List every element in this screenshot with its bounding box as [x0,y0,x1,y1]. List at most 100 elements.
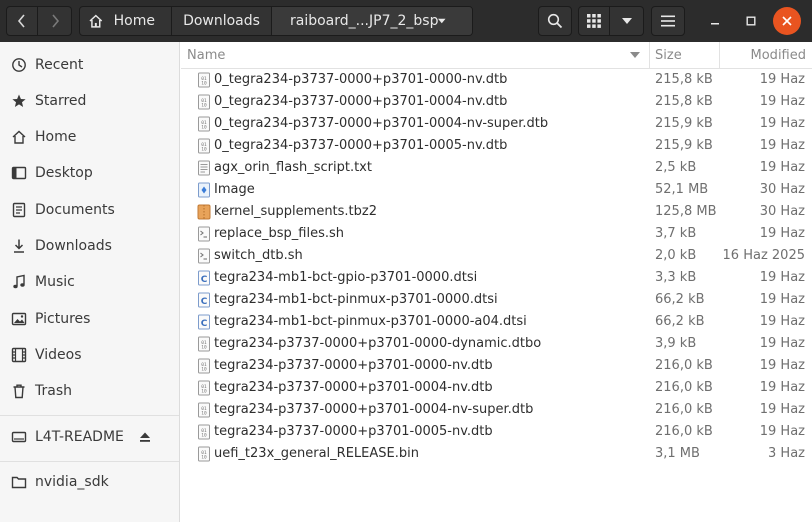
svg-text:10: 10 [201,81,207,87]
sidebar-item-home[interactable]: Home [0,120,179,154]
file-row[interactable]: Image 52,1 MB 30 Haz [181,179,812,201]
binary-file-icon: 0110 [198,116,210,132]
video-icon [11,347,27,363]
grid-view-button[interactable] [578,6,610,36]
file-modified: 16 Haz 2025 [722,248,805,263]
file-row[interactable]: agx_orin_flash_script.txt 2,5 kB 19 Haz [181,157,812,179]
sidebar-item-label: Downloads [35,238,112,254]
forward-button[interactable] [38,6,72,36]
archive-file-icon [197,204,211,220]
home-icon [89,14,103,28]
column-header-size[interactable]: Size [655,48,682,63]
sidebar-item-label: nvidia_sdk [35,474,109,490]
eject-icon[interactable] [137,429,153,445]
image-file-icon [198,182,210,198]
path-crumb-downloads[interactable]: Downloads [172,7,272,35]
sidebar-item-desktop[interactable]: Desktop [0,156,179,190]
file-row[interactable]: 01 10 tegra234-p3737-0000+p3701-0004-nv.dt… [181,377,812,399]
minimize-button[interactable] [701,7,729,35]
file-row[interactable]: 01 10 0_tegra234-p3737-0000+p3701-0005-nv.… [181,135,812,157]
sort-arrow-icon [630,52,640,58]
file-row[interactable]: 01 10 0_tegra234-p3737-0000+p3701-0000-nv.… [181,69,812,91]
file-row[interactable]: 01 10 tegra234-p3737-0000+p3701-0005-nv.dt… [181,421,812,443]
sidebar-item-videos[interactable]: Videos [0,338,179,372]
file-name: switch_dtb.sh [214,248,303,263]
file-row[interactable]: 01 10 0_tegra234-p3737-0000+p3701-0004-nv-… [181,113,812,135]
file-modified: 19 Haz [759,336,805,351]
file-name: agx_orin_flash_script.txt [214,160,372,175]
file-row[interactable]: 01 10 tegra234-p3737-0000+p3701-0000-dynam… [181,333,812,355]
path-crumb-home[interactable]: Home [80,7,172,35]
file-size: 216,0 kB [655,424,713,439]
search-button[interactable] [538,6,572,36]
close-icon [782,16,792,26]
picture-icon [11,312,27,326]
maximize-icon [746,16,756,26]
sidebar-item-starred[interactable]: Starred [0,84,179,118]
file-row[interactable]: kernel_supplements.tbz2 125,8 MB 30 Haz [181,201,812,223]
file-modified: 19 Haz [759,292,805,307]
file-name: 0_tegra234-p3737-0000+p3701-0004-nv.dtb [214,94,508,109]
file-name: tegra234-p3737-0000+p3701-0000-nv.dtb [214,358,493,373]
sidebar-item-label: Home [35,129,77,145]
c-source-file-icon: C [198,292,210,308]
sidebar-item-pictures[interactable]: Pictures [0,302,179,336]
binary-file-icon: 0110 [198,358,210,374]
file-modified: 19 Haz [759,138,805,153]
sidebar-item-nvidia-sdk[interactable]: nvidia_sdk [0,465,179,499]
sidebar-item-trash[interactable]: Trash [0,374,179,408]
sidebar-item-documents[interactable]: Documents [0,193,179,227]
file-row[interactable]: switch_dtb.sh 2,0 kB 16 Haz 2025 [181,245,812,267]
main-menu-button[interactable] [651,6,685,36]
path-crumb-current[interactable]: raiboard_...JP7_2_bsp [272,7,472,35]
view-options-button[interactable] [610,6,644,36]
file-name: tegra234-p3737-0000+p3701-0005-nv.dtb [214,424,493,439]
file-modified: 19 Haz [759,160,805,175]
file-row[interactable]: Ctegra234-mb1-bct-pinmux-p3701-0000.dtsi… [181,289,812,311]
file-size: 2,0 kB [655,248,697,263]
file-row[interactable]: 01 10 0_tegra234-p3737-0000+p3701-0004-nv.… [181,91,812,113]
file-name: tegra234-p3737-0000+p3701-0004-nv-super.… [214,402,534,417]
svg-text:10: 10 [201,389,207,395]
search-icon [547,13,563,29]
binary-file-icon: 0110 [198,402,210,418]
column-header: Name Size Modified [181,42,812,69]
file-modified: 19 Haz [759,72,805,87]
file-row[interactable]: 01 10 tegra234-p3737-0000+p3701-0004-nv-su… [181,399,812,421]
column-divider [719,42,720,69]
svg-text:10: 10 [201,125,207,131]
sidebar-item-label: Videos [35,347,82,363]
binary-file-icon: 0110 [198,446,210,462]
column-header-name[interactable]: Name [187,48,225,63]
column-header-modified[interactable]: Modified [751,48,806,63]
file-modified: 30 Haz [759,182,805,197]
file-row[interactable]: 01 10 uefi_t23x_general_RELEASE.bin 3,1 MB 3… [181,443,812,465]
file-row[interactable]: 01 10 tegra234-p3737-0000+p3701-0000-nv.dt… [181,355,812,377]
binary-file-icon: 0110 [198,424,210,440]
file-name: kernel_supplements.tbz2 [214,204,378,219]
desktop-icon [11,166,27,180]
svg-text:10: 10 [201,411,207,417]
file-size: 216,0 kB [655,380,713,395]
path-crumb-current-label: raiboard_...JP7_2_bsp [290,13,439,29]
sidebar-item-label: Trash [35,383,72,399]
sidebar-item-recent[interactable]: Recent [0,48,179,82]
file-row[interactable]: Ctegra234-mb1-bct-pinmux-p3701-0000-a04.… [181,311,812,333]
file-size: 3,7 kB [655,226,697,241]
file-modified: 19 Haz [759,358,805,373]
back-button[interactable] [6,6,38,36]
script-file-icon [198,248,210,264]
file-name: tegra234-p3737-0000+p3701-0004-nv.dtb [214,380,493,395]
file-row[interactable]: Ctegra234-mb1-bct-gpio-p3701-0000.dtsi 3,… [181,267,812,289]
drive-icon [11,431,27,443]
file-row[interactable]: replace_bsp_files.sh 3,7 kB 19 Haz [181,223,812,245]
maximize-button[interactable] [737,7,765,35]
sidebar-separator [0,415,179,416]
sidebar-item-downloads[interactable]: Downloads [0,229,179,263]
file-name: Image [214,182,255,197]
path-crumb-home-label: Home [113,13,155,29]
sidebar-item-l4t-readme[interactable]: L4T-README [0,420,179,454]
file-size: 3,3 kB [655,270,697,285]
sidebar-item-music[interactable]: Music [0,265,179,299]
close-button[interactable] [773,7,801,35]
